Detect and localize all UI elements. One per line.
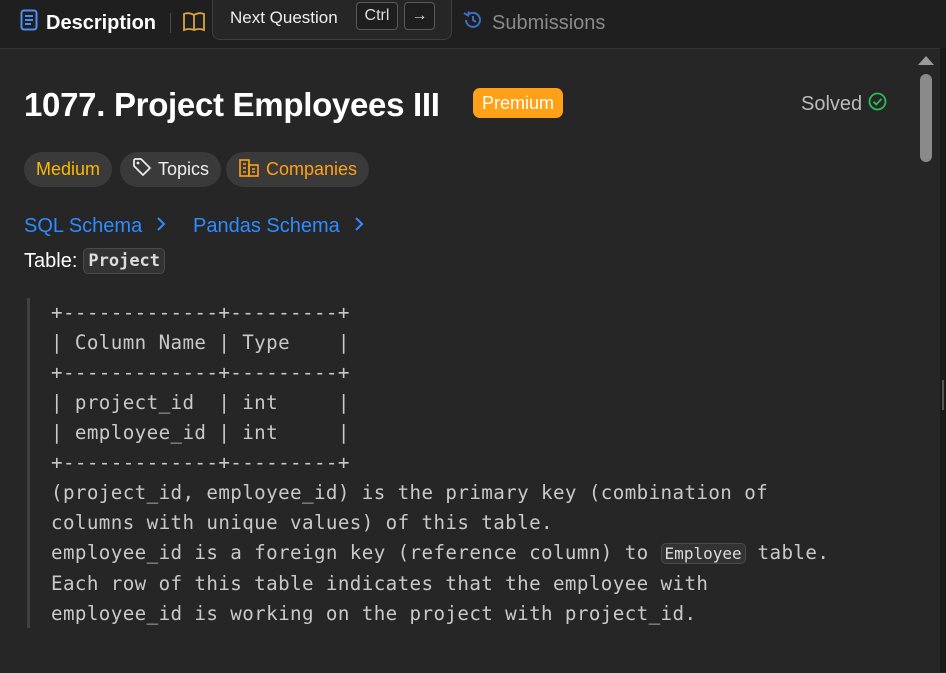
schema-header: | Column Name | Type | — [51, 331, 350, 354]
code-block-border — [27, 298, 30, 628]
companies-pill[interactable]: Companies — [226, 152, 370, 187]
tab-divider — [170, 13, 171, 33]
schema-row: | employee_id | int | — [51, 421, 350, 444]
problem-title: 1077. Project Employees III — [24, 86, 440, 123]
schema-desc-line: employee_id is working on the project wi… — [51, 602, 697, 625]
topics-pill[interactable]: Topics — [120, 152, 222, 187]
schema-desc-line: Each row of this table indicates that th… — [51, 572, 709, 595]
employee-table-chip: Employee — [660, 543, 746, 564]
tab-submissions[interactable]: Submissions — [462, 0, 605, 46]
topics-label: Topics — [158, 159, 210, 179]
schema-border-mid: +-------------+---------+ — [51, 361, 350, 384]
schema-desc-line: employee_id is a foreign key (reference … — [51, 538, 829, 569]
tab-bar: Description Submissions — [0, 0, 946, 48]
schema-border-top: +-------------+---------+ — [51, 301, 350, 324]
solved-status: Solved — [801, 92, 887, 117]
tab-description-label: Description — [46, 11, 157, 34]
panel-resize-edge[interactable] — [940, 48, 946, 672]
scrollbar-thumb[interactable] — [920, 74, 932, 162]
table-name-chip: Project — [83, 248, 166, 274]
building-icon — [238, 157, 260, 182]
sql-schema-label: SQL Schema — [24, 215, 143, 237]
resize-handle[interactable] — [942, 380, 944, 410]
difficulty-label: Medium — [36, 159, 101, 179]
desc-text: employee_id is a foreign key (reference … — [51, 541, 661, 564]
check-circle-icon — [868, 92, 887, 117]
chevron-right-icon — [354, 215, 364, 238]
tag-icon — [132, 157, 152, 182]
pandas-schema-link[interactable]: Pandas Schema — [193, 215, 364, 238]
tab-submissions-label: Submissions — [492, 11, 606, 34]
history-icon — [462, 9, 484, 37]
schema-desc-line: columns with unique values) of this tabl… — [51, 511, 553, 534]
schema-code-block: +-------------+---------+ | Column Name |… — [51, 298, 829, 629]
tooltip-label: Next Question — [230, 7, 338, 27]
book-icon[interactable] — [182, 11, 206, 38]
table-label: Table: — [24, 249, 78, 272]
arrow-key: → — [404, 2, 435, 30]
table-label-line: Table: Project — [24, 248, 166, 274]
tab-description[interactable]: Description — [20, 0, 156, 46]
difficulty-pill: Medium — [24, 152, 113, 187]
schema-border-bottom: +-------------+---------+ — [51, 451, 350, 474]
document-icon — [20, 9, 38, 37]
next-question-tooltip: Next Question Ctrl → — [212, 0, 452, 40]
sql-schema-link[interactable]: SQL Schema — [24, 215, 166, 238]
pandas-schema-label: Pandas Schema — [193, 215, 340, 237]
schema-row: | project_id | int | — [51, 391, 350, 414]
schema-desc-line: (project_id, employee_id) is the primary… — [51, 481, 769, 504]
scroll-up-arrow[interactable] — [918, 56, 934, 65]
desc-text: table. — [745, 541, 830, 564]
solved-label: Solved — [801, 93, 863, 115]
ctrl-key: Ctrl — [356, 2, 398, 30]
companies-label: Companies — [266, 159, 358, 179]
premium-badge: Premium — [473, 88, 564, 118]
chevron-right-icon — [156, 215, 166, 238]
